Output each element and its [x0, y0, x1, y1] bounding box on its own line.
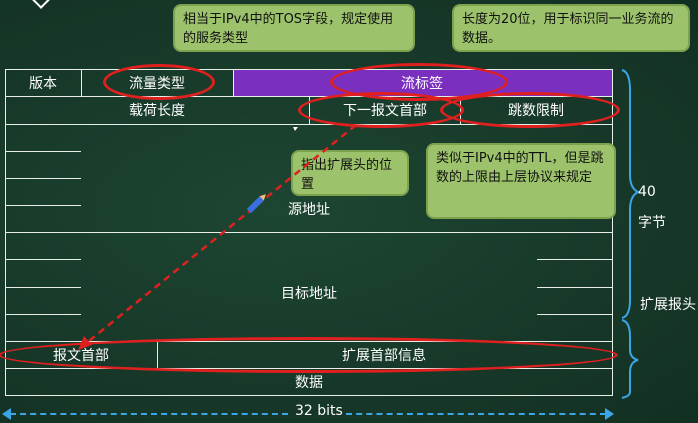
extension-brace	[621, 319, 639, 399]
cursor-tick-icon	[293, 127, 298, 131]
width-label: 32 bits	[295, 403, 343, 419]
annotation-overlay	[78, 69, 641, 399]
extension-header-side-label: 扩展报头	[640, 296, 696, 315]
header-size-unit: 字节	[638, 215, 666, 231]
header-size-number: 40	[638, 184, 656, 200]
next-header-pointer-arrow	[83, 124, 357, 346]
header-brace	[621, 69, 641, 319]
width-arrow-right-head	[605, 408, 614, 420]
pen-cursor-icon	[246, 194, 266, 214]
next-header-pointer-arrowhead	[78, 336, 92, 350]
width-arrow-right-line	[346, 413, 606, 415]
width-arrow-left-line	[10, 413, 288, 415]
width-arrow-left-head	[2, 408, 11, 420]
